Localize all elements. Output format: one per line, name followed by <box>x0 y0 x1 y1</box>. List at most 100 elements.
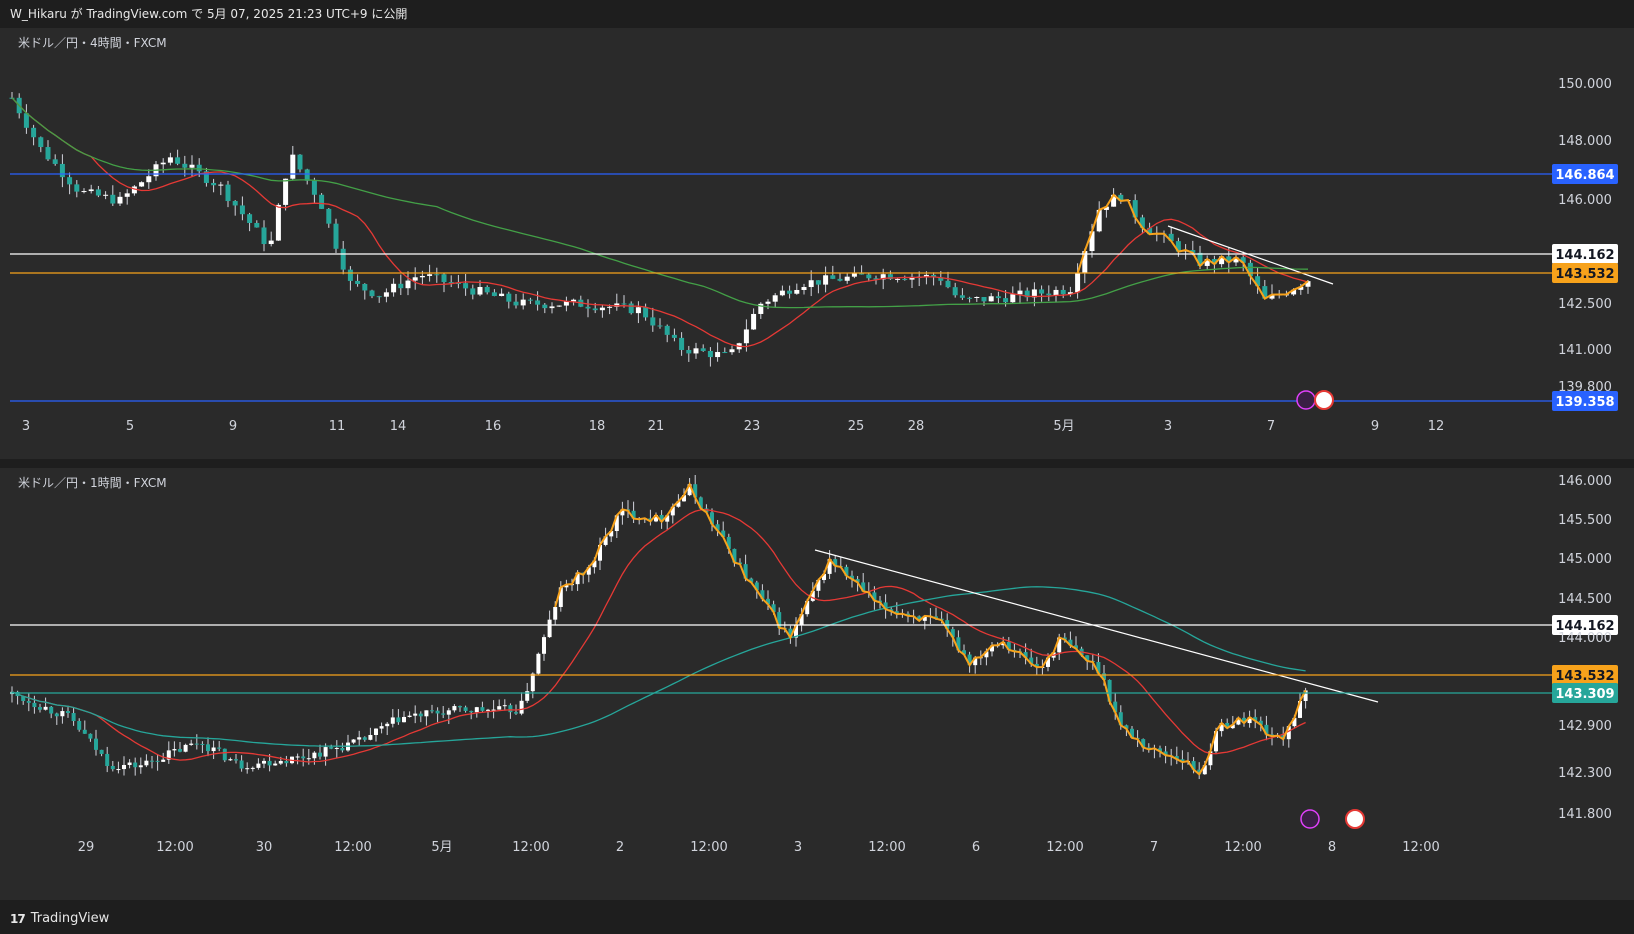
candle-body <box>290 154 296 179</box>
candle-body <box>200 743 205 745</box>
candle-body <box>232 201 238 206</box>
x-axis-tick: 18 <box>589 419 606 434</box>
candle-body <box>657 325 663 327</box>
x-axis-tick: 7 <box>1267 419 1275 434</box>
y-axis-tick: 142.900 <box>1558 719 1612 734</box>
candle-body <box>189 164 195 168</box>
candle-body <box>261 227 267 245</box>
candle-body <box>319 194 325 209</box>
candle-body <box>95 189 101 196</box>
candle-body <box>38 137 44 148</box>
tradingview-logo-icon[interactable]: 17 <box>10 904 26 934</box>
x-axis-tick: 5月 <box>431 840 452 855</box>
y-axis-tick: 144.000 <box>1558 631 1612 646</box>
candle-body <box>607 306 613 308</box>
candle-body <box>895 278 901 280</box>
candle-body <box>127 762 132 765</box>
x-axis-tick: 12:00 <box>334 840 371 855</box>
candle-body <box>254 222 260 228</box>
flash-event-icon[interactable] <box>1300 809 1320 829</box>
candle-body <box>1046 293 1052 296</box>
candle-body <box>278 760 283 764</box>
candle-body <box>549 306 555 309</box>
candle-body <box>329 747 334 749</box>
chart-pane-1h[interactable]: 米ドル／円・1時間・FXCM 144.162 143.532 143.309 146.… <box>0 468 1634 900</box>
candle-body <box>952 287 958 296</box>
x-axis-tick: 9 <box>229 419 237 434</box>
candle-body <box>297 154 303 170</box>
candle-body <box>273 763 278 766</box>
chart-pane-4h[interactable]: 米ドル／円・4時間・FXCM 146.864 144.162 143.532 139.… <box>0 28 1634 459</box>
candle-body <box>396 717 401 723</box>
candle-body <box>1010 294 1016 303</box>
candle-body <box>419 275 425 278</box>
candle-body <box>139 182 145 187</box>
candle-body <box>974 297 980 299</box>
moving-average-teal <box>11 586 1306 747</box>
candle-body <box>650 317 656 326</box>
candle-body <box>347 269 353 281</box>
candle-body <box>217 747 222 749</box>
candle-body <box>424 710 429 717</box>
chart-1h-canvas[interactable]: 144.162143.532143.309146.000145.500145.0… <box>0 468 1634 900</box>
candle-body <box>959 295 965 298</box>
chart-4h-canvas[interactable]: 146.864 144.162 143.532 139.358 150.000 148.0… <box>0 28 1634 459</box>
us-flag-event-icon[interactable] <box>1345 809 1365 829</box>
candle-body <box>99 749 104 754</box>
x-axis-tick: 28 <box>908 419 925 434</box>
candle-body <box>161 759 166 762</box>
candle-body <box>808 280 814 288</box>
candle-body <box>178 749 182 752</box>
x-axis-tick: 21 <box>648 419 665 434</box>
candle-body <box>418 713 423 717</box>
flash-event-icon[interactable] <box>1296 390 1316 410</box>
tradingview-brand[interactable]: TradingView <box>31 904 110 934</box>
x-axis-tick: 5月 <box>1053 419 1074 434</box>
candle-body <box>1003 298 1009 303</box>
candle-body <box>722 352 728 354</box>
candle-body <box>398 283 404 289</box>
candle-body <box>247 214 253 223</box>
y-axis-tick: 141.800 <box>1558 807 1612 822</box>
candle-body <box>405 280 411 289</box>
x-axis-tick: 12:00 <box>690 840 727 855</box>
candle-body <box>743 329 749 344</box>
candle-body <box>133 762 138 768</box>
candle-body <box>477 287 483 295</box>
candle-body <box>686 349 692 354</box>
candle-body <box>427 274 433 276</box>
candle-body <box>340 248 346 270</box>
candle-body <box>355 280 361 284</box>
candle-body <box>480 707 485 711</box>
candle-body <box>77 721 82 730</box>
publish-header: W_Hikaru が TradingView.com で 5月 07, 2025… <box>10 7 408 21</box>
candle-body <box>284 760 289 764</box>
x-axis-tick: 23 <box>744 419 761 434</box>
candle-body <box>446 710 451 715</box>
candle-body <box>995 296 1001 299</box>
candle-body <box>357 737 362 740</box>
candle-body <box>402 716 406 723</box>
candle-body <box>175 157 181 164</box>
candle-body <box>765 301 771 304</box>
x-axis-tick: 12:00 <box>1224 840 1261 855</box>
candle-body <box>390 717 395 724</box>
candle-body <box>628 303 634 314</box>
candle-body <box>599 307 605 311</box>
candle-body <box>542 637 546 654</box>
candle-body <box>218 184 224 186</box>
us-flag-event-icon[interactable] <box>1314 390 1334 410</box>
candle-body <box>124 193 130 197</box>
candle-body <box>189 743 194 745</box>
candle-body <box>196 164 202 172</box>
candle-body <box>52 159 58 164</box>
x-axis-tick: 9 <box>1371 419 1379 434</box>
candle-body <box>306 758 311 760</box>
candle-body <box>239 760 244 769</box>
candle-body <box>715 352 721 358</box>
x-axis-tick: 25 <box>848 419 865 434</box>
candle-body <box>31 127 37 138</box>
candle-body <box>530 673 535 692</box>
candle-body <box>794 289 800 294</box>
candle-body <box>621 303 627 305</box>
